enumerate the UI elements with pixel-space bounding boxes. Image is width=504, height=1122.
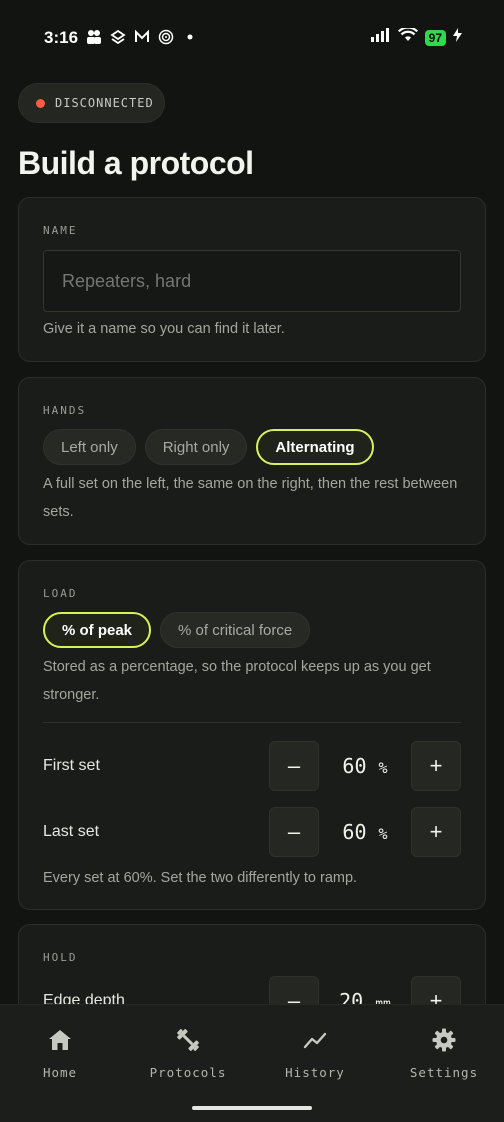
last-set-value-display: 60 % (319, 820, 411, 844)
status-bar: 3:16 97 (0, 0, 504, 76)
stack-icon (110, 29, 126, 45)
dumbbell-icon (128, 1027, 248, 1053)
gear-icon (384, 1027, 504, 1053)
load-footer-text: Every set at 60%. Set the two differentl… (43, 870, 358, 886)
first-set-decrement-button[interactable]: – (269, 741, 319, 791)
name-help-text: Give it a name so you can find it later. (43, 321, 285, 337)
load-help-text: Stored as a percentage, so the protocol … (43, 659, 431, 703)
load-percent-critical-force-chip[interactable]: % of critical force (160, 612, 311, 648)
gmail-icon (134, 29, 150, 45)
load-percent-peak-chip[interactable]: % of peak (43, 612, 152, 648)
hands-options: Left only Right only Alternating (43, 429, 374, 465)
connection-status-text: DISCONNECTED (55, 96, 154, 110)
hands-help-text: A full set on the left, the same on the … (43, 476, 458, 520)
system-status: 97 (370, 26, 462, 47)
bottom-tab-bar: Home Protocols History Settings (0, 1004, 504, 1122)
signal-icon (370, 28, 391, 47)
name-section-label: NAME (43, 224, 78, 237)
first-set-stepper: First set – 60 % + (43, 741, 461, 791)
home-icon (0, 1027, 120, 1053)
last-set-value: 60 (342, 820, 367, 844)
load-card: LOAD % of peak % of critical force Store… (18, 560, 486, 910)
tab-settings[interactable]: Settings (384, 1027, 504, 1080)
last-set-decrement-button[interactable]: – (269, 807, 319, 857)
first-set-label: First set (43, 757, 100, 774)
connection-status-pill[interactable]: DISCONNECTED (18, 83, 165, 123)
tab-protocols-label: Protocols (149, 1065, 227, 1080)
hands-section-label: HANDS (43, 404, 87, 417)
hands-left-only-chip[interactable]: Left only (43, 429, 136, 465)
last-set-increment-button[interactable]: + (411, 807, 461, 857)
last-set-stepper: Last set – 60 % + (43, 807, 461, 857)
hands-card: HANDS Left only Right only Alternating A… (18, 377, 486, 545)
hold-section-label: HOLD (43, 951, 78, 964)
dot-icon (182, 29, 198, 45)
people-icon (86, 29, 102, 45)
notification-icons (86, 29, 198, 45)
tab-protocols[interactable]: Protocols (128, 1027, 248, 1080)
hands-alternating-chip[interactable]: Alternating (256, 429, 374, 465)
protocol-name-input[interactable] (43, 250, 461, 312)
hands-right-only-chip[interactable]: Right only (144, 429, 248, 465)
first-set-unit: % (378, 759, 388, 777)
tab-settings-label: Settings (409, 1065, 479, 1080)
wifi-icon (397, 26, 418, 47)
last-set-unit: % (378, 825, 388, 843)
target-icon (158, 29, 174, 45)
last-set-label: Last set (43, 823, 100, 840)
battery-level: 97 (424, 29, 446, 46)
first-set-increment-button[interactable]: + (411, 741, 461, 791)
tab-home[interactable]: Home (0, 1027, 120, 1080)
name-card: NAME Give it a name so you can find it l… (18, 197, 486, 362)
first-set-value: 60 (342, 754, 367, 778)
tab-home-label: Home (42, 1065, 78, 1080)
home-indicator (192, 1106, 312, 1110)
first-set-value-display: 60 % (319, 754, 411, 778)
page-title: Build a protocol (18, 145, 254, 181)
chart-line-icon (255, 1027, 375, 1053)
load-section-label: LOAD (43, 587, 78, 600)
tab-history-label: History (285, 1065, 345, 1080)
load-divider (43, 722, 461, 723)
status-dot-icon (36, 98, 45, 108)
status-time: 3:16 (44, 28, 79, 47)
tab-history[interactable]: History (255, 1027, 375, 1080)
charging-icon (453, 28, 462, 47)
load-options: % of peak % of critical force (43, 612, 311, 648)
